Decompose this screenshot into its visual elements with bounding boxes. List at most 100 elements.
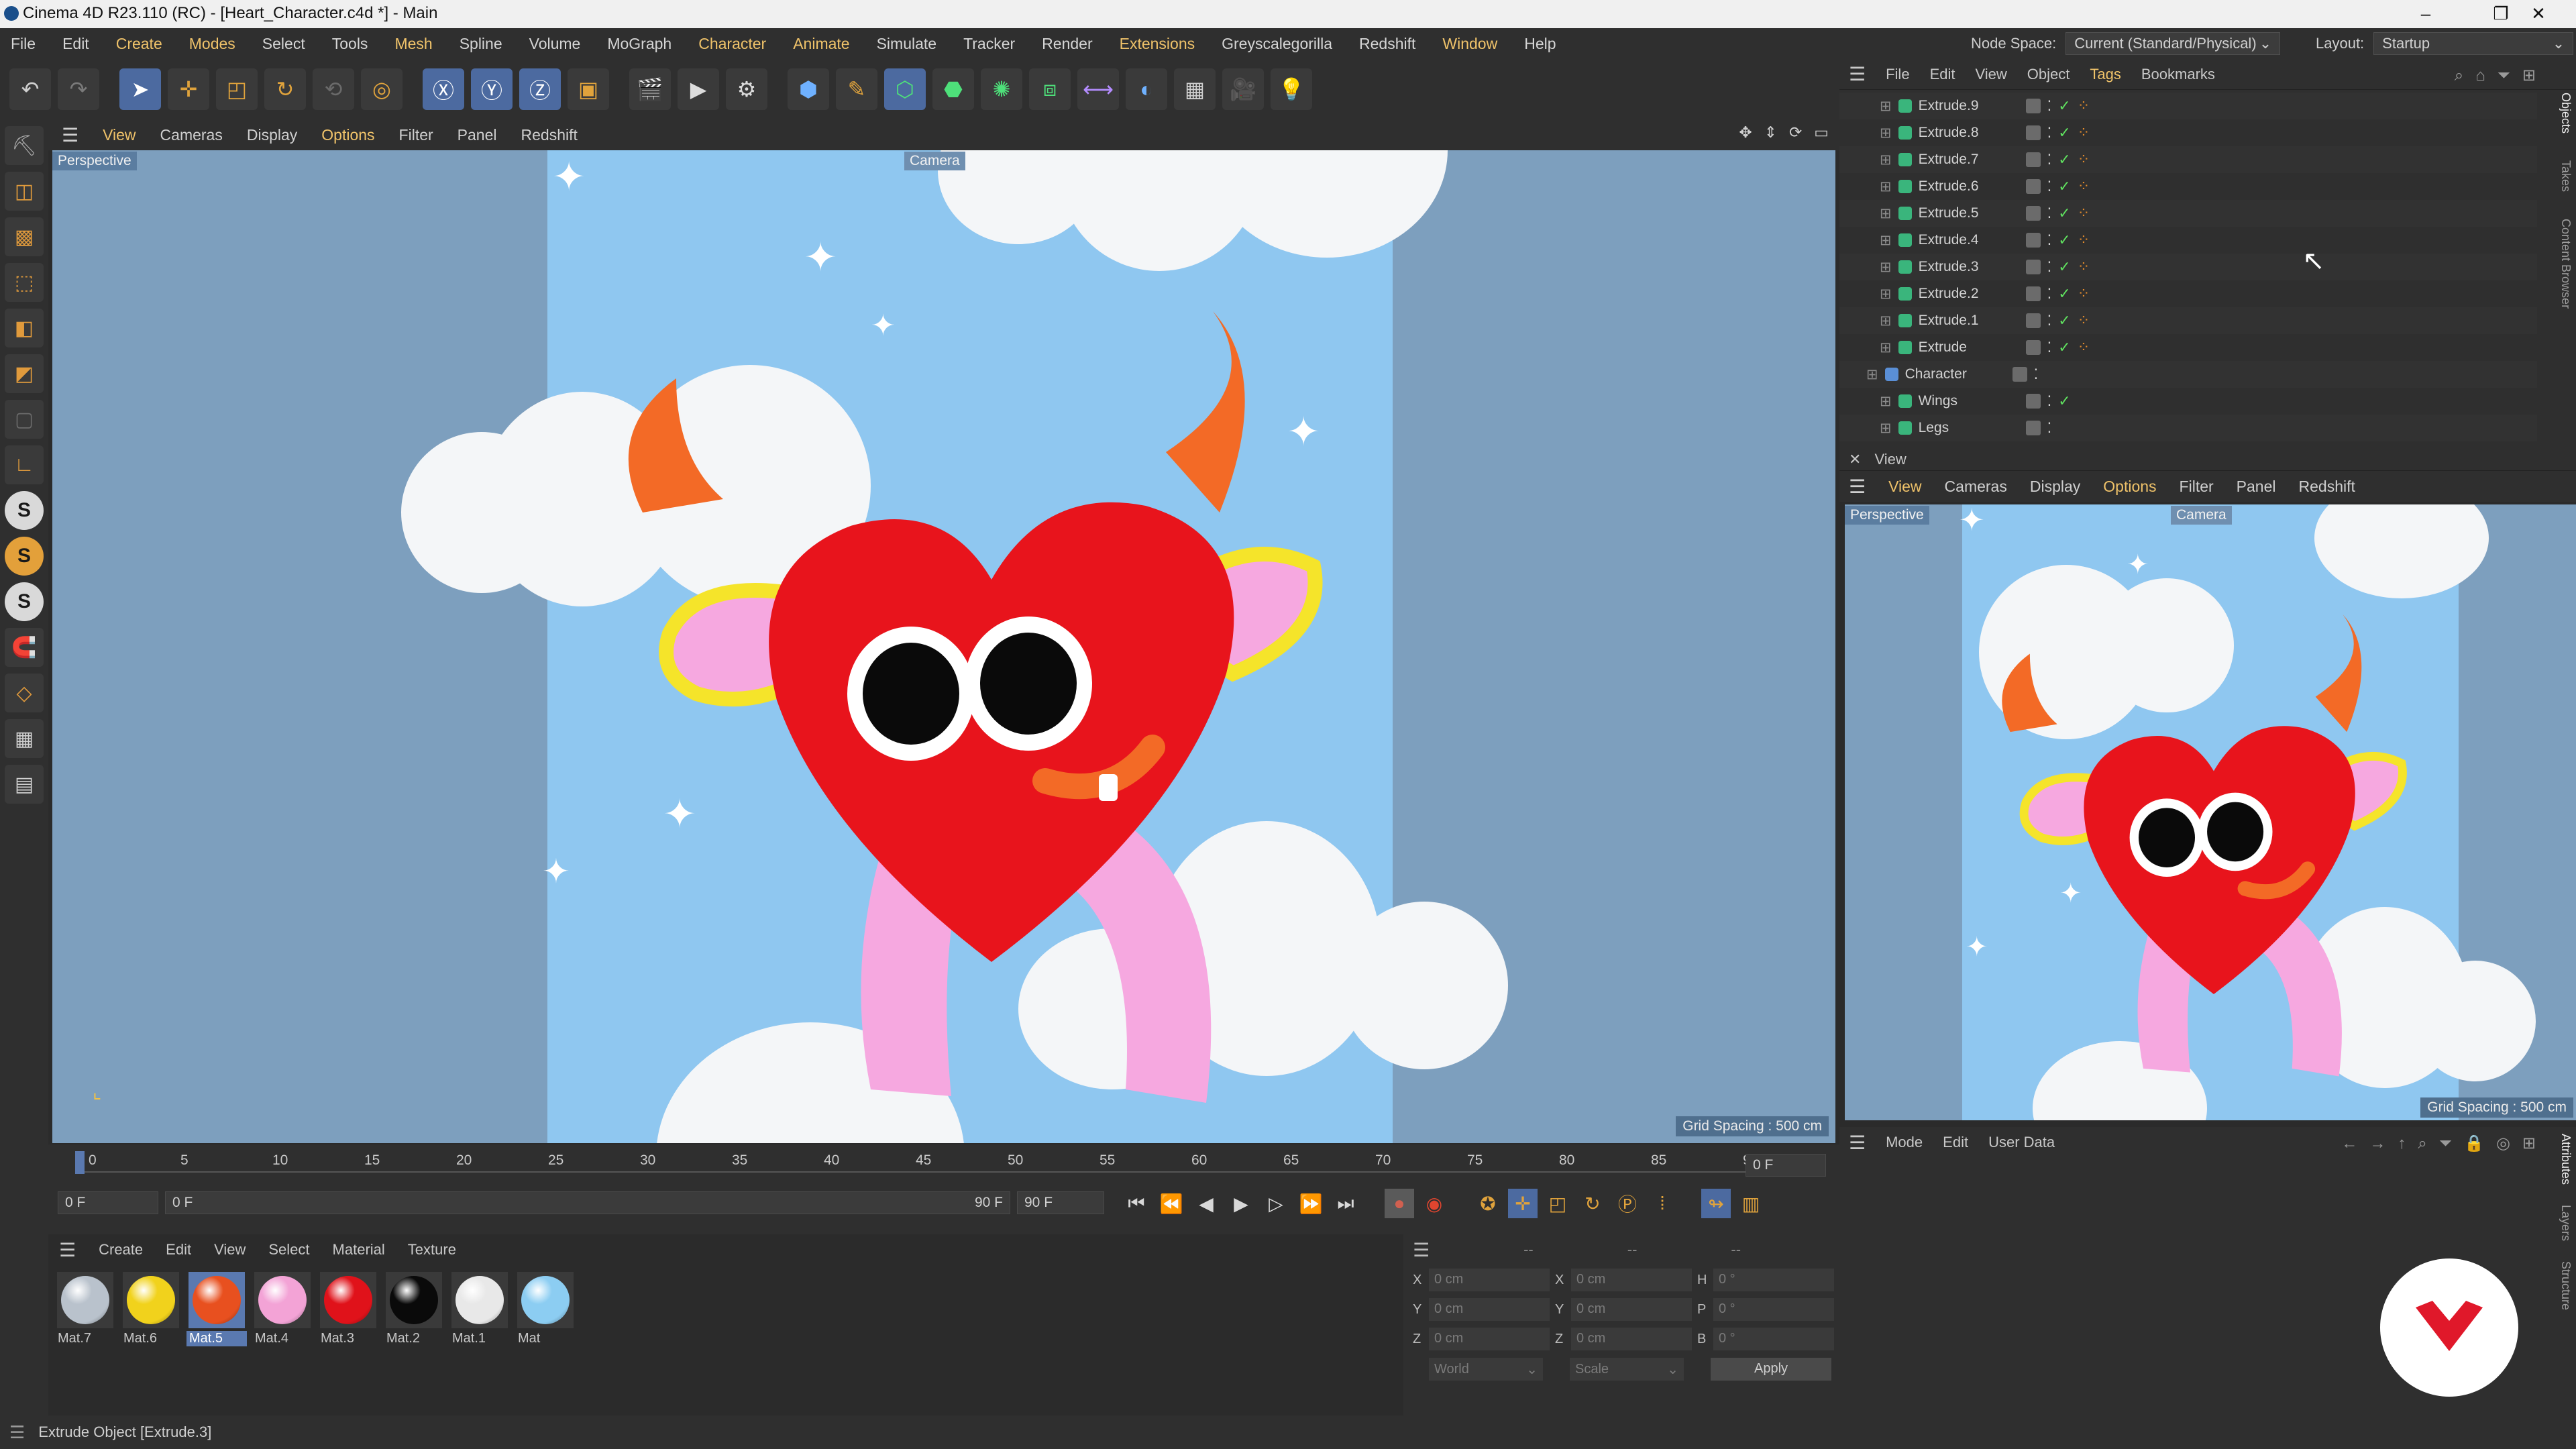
size-z-field[interactable]: 0 cm [1571,1328,1692,1350]
layer-toggle-icon[interactable] [2025,260,2041,274]
interpolation-icon[interactable]: ↬ [1701,1189,1731,1218]
visibility-dots-icon[interactable]: ⁚ [2047,232,2052,249]
search-icon[interactable]: ⌕ [2455,66,2463,85]
axis-mode-icon[interactable]: ∟ [5,445,44,484]
uv-mode-icon[interactable]: ▢ [5,400,44,439]
home-icon[interactable]: ⌂ [2475,66,2485,85]
back-arrow-icon[interactable]: ← [2341,1134,2357,1153]
floor-icon[interactable]: ▦ [1174,68,1216,110]
move-tool-icon[interactable]: ✛ [168,68,209,110]
view2-menu-redshift[interactable]: Redshift [2299,478,2355,496]
enabled-check-icon[interactable]: ✓ [2058,392,2070,410]
cube-icon[interactable]: ⬢ [788,68,829,110]
object-name[interactable]: Legs [1919,420,1999,436]
expand-icon[interactable]: ⊞ [1880,178,1892,195]
view2-menu-display[interactable]: Display [2030,478,2080,496]
layer-toggle-icon[interactable] [2025,286,2041,301]
grid-icon[interactable]: ▦ [5,719,44,758]
object-row[interactable]: ⊞ Extrude.3 ⁚ ✓ ⁘ [1839,254,2537,280]
object-name[interactable]: Extrude.4 [1919,232,1999,248]
menu-lines-icon[interactable]: ☰ [9,1422,25,1443]
playhead-handle[interactable] [75,1151,85,1174]
y-axis-icon[interactable]: Ⓨ [471,68,513,110]
rotate-tool-icon[interactable]: ↻ [264,68,306,110]
object-row[interactable]: ⊞ Wings ⁚ ✓ [1839,388,2537,415]
view2-menu-options[interactable]: Options [2103,478,2156,496]
enabled-check-icon[interactable]: ✓ [2058,258,2070,276]
material-swatch[interactable]: Mat.7 [55,1272,115,1346]
deformer-icon[interactable]: ⟷ [1077,68,1119,110]
key-rotation-icon[interactable]: ↻ [1578,1189,1607,1218]
enabled-check-icon[interactable]: ✓ [2058,339,2070,356]
enabled-check-icon[interactable]: ✓ [2058,151,2070,168]
goto-end-icon[interactable]: ⏭ [1331,1189,1360,1218]
object-name[interactable]: Character [1905,366,1986,382]
visibility-dots-icon[interactable]: ⁚ [2047,125,2052,142]
search-icon[interactable]: ⌕ [2418,1134,2426,1153]
menu-redshift[interactable]: Redshift [1359,35,1415,53]
material-tag-icon[interactable]: ⁘ [2078,205,2090,222]
timeline-window-icon[interactable]: ▥ [1736,1189,1766,1218]
viewport-menu-filter[interactable]: Filter [399,126,433,144]
visibility-dots-icon[interactable]: ⁚ [2047,259,2052,276]
material-tag-icon[interactable]: ⁘ [2078,231,2090,249]
scale-tool-icon[interactable]: ◰ [216,68,258,110]
render-view-icon[interactable]: ▶ [678,68,719,110]
make-editable-icon[interactable]: ⛏ [5,126,44,165]
material-tag-icon[interactable]: ⁘ [2078,97,2090,115]
prev-key-icon[interactable]: ⏪ [1157,1189,1186,1218]
menu-simulate[interactable]: Simulate [877,35,936,53]
expand-icon[interactable]: ⊞ [1880,232,1892,249]
material-menu-material[interactable]: Material [333,1241,385,1258]
points-mode-icon[interactable]: ⬚ [5,263,44,302]
model-mode-icon[interactable]: ◫ [5,172,44,211]
menu-tracker[interactable]: Tracker [963,35,1015,53]
cloner-icon[interactable]: ✺ [981,68,1022,110]
lock-icon[interactable]: 🔒 [2464,1134,2484,1153]
size-y-field[interactable]: 0 cm [1571,1298,1692,1321]
material-tag-icon[interactable]: ⁘ [2078,178,2090,195]
layer-toggle-icon[interactable] [2012,367,2027,382]
record-icon[interactable]: ● [1385,1189,1414,1218]
viewport-menu-view[interactable]: View [103,126,136,144]
side-tab-attributes[interactable]: Attributes [2559,1134,2573,1185]
play-icon[interactable]: ▶ [1226,1189,1256,1218]
viewport-menu-options[interactable]: Options [321,126,374,144]
polygons-mode-icon[interactable]: ◩ [5,354,44,393]
viewport-menu-panel[interactable]: Panel [458,126,497,144]
rotation-h-field[interactable]: 0 ° [1713,1269,1834,1291]
next-frame-icon[interactable]: ▷ [1261,1189,1291,1218]
apply-button[interactable]: Apply [1711,1358,1831,1381]
view2-menu-filter[interactable]: Filter [2180,478,2214,496]
visibility-dots-icon[interactable]: ⁚ [2034,366,2039,383]
live-selection-icon[interactable]: ◎ [361,68,402,110]
filter-icon[interactable]: ⏷ [2498,66,2510,85]
key-param-icon[interactable]: Ⓟ [1613,1189,1642,1218]
expand-icon[interactable]: ⊞ [1880,339,1892,356]
pan-icon[interactable]: ✥ [1739,123,1752,142]
layer-toggle-icon[interactable] [2025,313,2041,328]
expand-icon[interactable]: ⊞ [1880,259,1892,276]
object-name[interactable]: Wings [1919,393,1999,409]
object-menu-object[interactable]: Object [2027,66,2070,83]
light-icon[interactable]: 💡 [1271,68,1312,110]
new-window-icon[interactable]: ⊞ [2522,66,2536,85]
world-dropdown[interactable]: World ⌄ [1429,1358,1543,1381]
undo-icon[interactable]: ↶ [9,68,51,110]
expand-icon[interactable]: ⊞ [1880,205,1892,222]
material-swatch[interactable]: Mat.5 [186,1272,247,1346]
enabled-check-icon[interactable]: ✓ [2058,312,2070,329]
end-frame-field[interactable]: 90 F [1017,1191,1104,1214]
layer-toggle-icon[interactable] [2025,340,2041,355]
close-button[interactable]: ✕ [2501,0,2576,28]
size-x-field[interactable]: 0 cm [1571,1269,1692,1291]
view2-menu-panel[interactable]: Panel [2237,478,2276,496]
key-scale-icon[interactable]: ◰ [1543,1189,1572,1218]
material-swatch[interactable]: Mat.6 [121,1272,181,1346]
material-swatch[interactable]: Mat.2 [384,1272,444,1346]
menu-edit[interactable]: Edit [62,35,89,53]
render-region-icon[interactable]: 🎬 [629,68,671,110]
expand-icon[interactable]: ⊞ [1880,98,1892,115]
layer-toggle-icon[interactable] [2025,99,2041,113]
visibility-dots-icon[interactable]: ⁚ [2047,286,2052,303]
